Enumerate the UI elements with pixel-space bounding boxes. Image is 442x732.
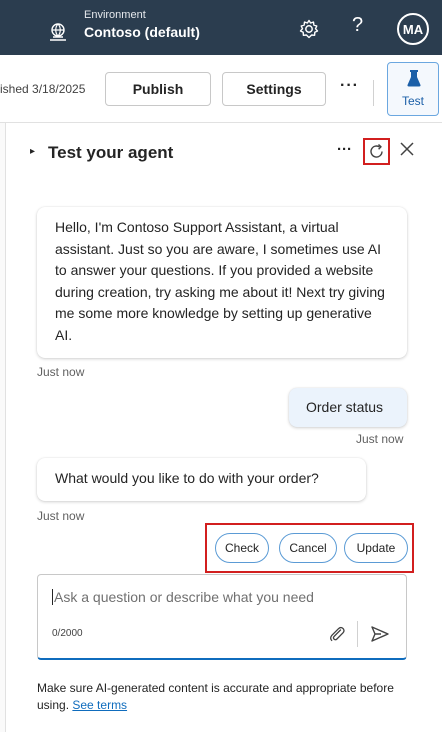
publish-button[interactable]: Publish <box>105 72 211 106</box>
environment-picker[interactable]: Environment Contoso (default) <box>84 9 200 42</box>
chat-input-box: 0/2000 <box>37 574 407 660</box>
message-timestamp: Just now <box>356 432 404 446</box>
chat-input[interactable] <box>52 589 382 605</box>
flask-icon <box>407 70 421 87</box>
quick-reply-check[interactable]: Check <box>215 533 269 563</box>
attach-icon[interactable] <box>328 625 346 643</box>
toolbar-more-button[interactable]: ··· <box>340 77 359 95</box>
help-icon[interactable]: ? <box>352 14 363 37</box>
avatar[interactable]: MA <box>397 13 429 45</box>
close-icon[interactable] <box>398 140 416 158</box>
ai-disclaimer: Make sure AI-generated content is accura… <box>37 680 407 714</box>
published-date: ished 3/18/2025 <box>0 82 86 96</box>
environment-name: Contoso (default) <box>84 24 200 40</box>
gear-icon[interactable] <box>298 18 320 40</box>
refresh-icon <box>370 143 383 158</box>
toolbar-divider <box>373 80 374 106</box>
bot-message-greeting: Hello, I'm Contoso Support Assistant, a … <box>37 207 407 358</box>
user-message: Order status <box>289 388 407 427</box>
test-button[interactable]: Test <box>387 62 439 116</box>
test-button-label: Test <box>401 94 424 108</box>
panel-header: ▸ Test your agent ··· <box>6 123 442 183</box>
bot-message-question: What would you like to do with your orde… <box>37 458 366 501</box>
settings-button[interactable]: Settings <box>222 72 326 106</box>
test-agent-panel: ▸ Test your agent ··· Hello, I'm Contoso… <box>6 123 442 732</box>
chevron-right-icon[interactable]: ▸ <box>30 146 35 157</box>
environment-icon <box>50 23 66 41</box>
message-timestamp: Just now <box>37 509 85 523</box>
quick-reply-update[interactable]: Update <box>344 533 408 563</box>
see-terms-link[interactable]: See terms <box>72 698 127 712</box>
quick-reply-cancel[interactable]: Cancel <box>279 533 337 563</box>
message-timestamp: Just now <box>37 365 85 379</box>
input-divider <box>357 621 358 647</box>
character-counter: 0/2000 <box>52 628 83 639</box>
quick-replies: Check Cancel Update <box>205 523 414 573</box>
agent-toolbar: ished 3/18/2025 Publish Settings ··· <box>0 55 442 123</box>
send-icon[interactable] <box>370 625 390 643</box>
refresh-button[interactable] <box>363 138 390 165</box>
environment-label: Environment <box>84 9 146 21</box>
panel-title: Test your agent <box>48 143 174 162</box>
panel-more-button[interactable]: ··· <box>337 141 352 158</box>
top-header-bar: Environment Contoso (default) ? MA <box>0 0 442 55</box>
